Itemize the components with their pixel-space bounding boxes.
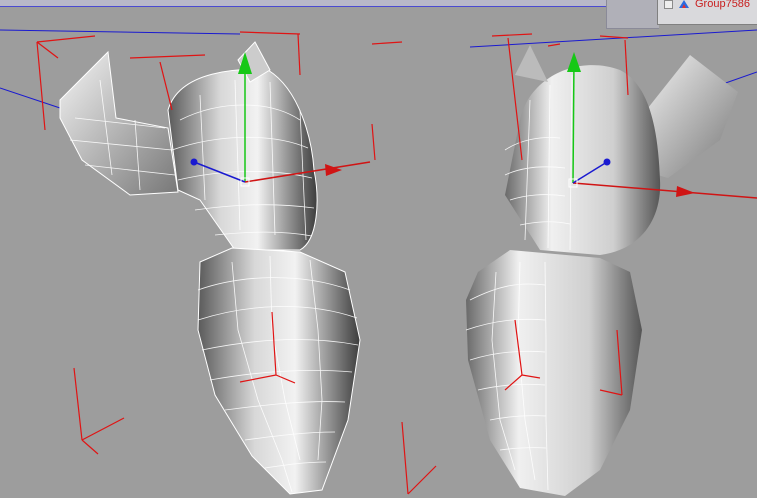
right-head-model[interactable] bbox=[465, 45, 738, 496]
group-label[interactable]: Group7586 bbox=[695, 0, 750, 10]
expand-toggle[interactable] bbox=[664, 0, 673, 9]
construction-line bbox=[469, 29, 757, 48]
z-axis-knob[interactable] bbox=[190, 158, 198, 166]
x-axis-arrow[interactable] bbox=[676, 186, 695, 197]
z-axis-knob[interactable] bbox=[603, 158, 611, 166]
left-head-model[interactable] bbox=[59, 41, 361, 495]
group-icon bbox=[679, 0, 689, 8]
3d-viewport[interactable] bbox=[0, 0, 757, 498]
viewport-canvas[interactable] bbox=[0, 0, 757, 498]
outliner-panel[interactable]: Group7586 bbox=[657, 0, 757, 25]
toolbar-panel bbox=[606, 0, 659, 29]
x-axis-arrow[interactable] bbox=[325, 164, 342, 176]
y-axis-handle[interactable] bbox=[572, 57, 575, 184]
construction-line bbox=[0, 87, 61, 109]
y-axis-arrow[interactable] bbox=[567, 52, 581, 72]
construction-line bbox=[0, 29, 241, 35]
outliner-row-group[interactable]: Group7586 bbox=[664, 0, 750, 11]
